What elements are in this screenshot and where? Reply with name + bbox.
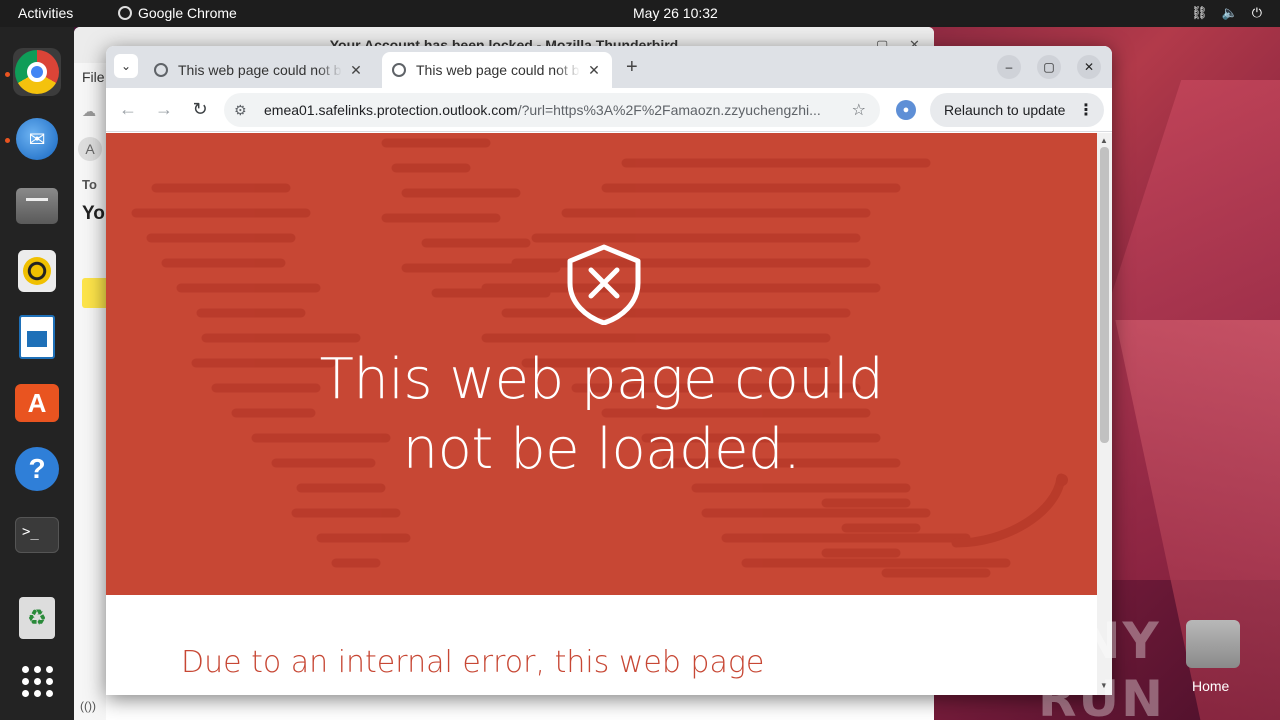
top-bar: Activities Google Chrome May 26 10:32 ⛓ … [0, 0, 1280, 27]
thunderbird-left-strip: File ☁ A To Yo [74, 63, 110, 720]
relaunch-button[interactable]: Relaunch to update ⋮ [930, 93, 1104, 127]
status-icon: (()) [80, 699, 96, 713]
show-apps-button[interactable] [13, 657, 61, 705]
tab-strip: ⌄ This web page could not be loaded. ✕ T… [106, 46, 1112, 88]
reload-button[interactable]: ↻ [189, 99, 211, 120]
tab-title: This web page could not be loaded. [416, 62, 580, 78]
headline-line-1: This web page could [319, 347, 884, 412]
dock-thunderbird[interactable]: ✉ [13, 115, 61, 163]
running-indicator [5, 72, 10, 77]
relaunch-label: Relaunch to update [944, 102, 1066, 118]
headline-line-2: not be loaded. [402, 417, 801, 482]
scrollbar-thumb[interactable] [1100, 147, 1109, 443]
power-icon: ⏻ [1251, 5, 1262, 20]
dock-terminal[interactable]: >_ [13, 511, 61, 559]
tab-close-icon[interactable]: ✕ [586, 62, 602, 79]
page-scrollbar[interactable]: ▲ ▼ [1097, 133, 1112, 695]
tab-title: This web page could not be loaded. [178, 62, 342, 78]
subject-fragment: Yo [82, 203, 105, 224]
dock: ✉ A ? >_ ♻ [0, 27, 74, 720]
cloud-icon: ☁ [82, 103, 96, 119]
dock-rhythmbox[interactable] [13, 247, 61, 295]
help-icon: ? [15, 447, 59, 491]
url-host: emea01.safelinks.protection.outlook.com [264, 102, 518, 118]
shield-error-icon [567, 244, 641, 325]
bookmark-star-icon[interactable]: ☆ [852, 100, 866, 120]
thunderbird-icon: ✉ [16, 118, 58, 160]
to-label: To [82, 177, 97, 192]
forward-button[interactable]: → [153, 99, 175, 120]
menu-file[interactable]: File [82, 69, 105, 85]
writer-icon [19, 315, 55, 359]
close-button[interactable]: ✕ [1077, 55, 1101, 79]
new-tab-button[interactable]: + [626, 56, 638, 79]
chrome-icon [15, 50, 59, 94]
chrome-window: ⌄ This web page could not be loaded. ✕ T… [106, 46, 1112, 695]
volume-icon: 🔈 [1221, 5, 1238, 20]
url-path: /?url=https%3A%2F%2Famaozn.zzyuchengzhi.… [517, 102, 821, 118]
app-center-icon: A [15, 384, 59, 422]
running-indicator [5, 138, 10, 143]
system-status[interactable]: ⛓ 🔈 ⏻ [1191, 5, 1262, 21]
dock-app-center[interactable]: A [13, 379, 61, 427]
dock-trash[interactable]: ♻ [13, 594, 61, 642]
menu-dots-icon[interactable]: ⋮ [1078, 100, 1094, 120]
site-info-icon[interactable]: ⚙ [234, 102, 252, 119]
files-icon [16, 188, 58, 224]
app-menu[interactable]: Google Chrome [118, 5, 237, 21]
globe-icon [154, 63, 168, 77]
tab-2[interactable]: This web page could not be loaded. ✕ [382, 52, 612, 88]
dock-files[interactable] [13, 182, 61, 230]
clock[interactable]: May 26 10:32 [633, 5, 718, 21]
terminal-icon: >_ [15, 517, 59, 553]
dock-help[interactable]: ? [13, 445, 61, 493]
chrome-icon [118, 6, 132, 20]
globe-icon [392, 63, 406, 77]
error-headline: This web page could not be loaded. [106, 345, 1097, 485]
browser-toolbar: ← → ↻ ⚙ emea01.safelinks.protection.outl… [106, 88, 1112, 132]
home-label[interactable]: Home [1192, 678, 1229, 694]
page-content: This web page could not be loaded. Due t… [106, 133, 1097, 695]
dock-writer[interactable] [13, 313, 61, 361]
activities-button[interactable]: Activities [18, 5, 73, 21]
minimize-button[interactable]: – [997, 55, 1021, 79]
error-subheading: Due to an internal error, this web page [181, 645, 765, 680]
trash-icon: ♻ [19, 597, 55, 639]
anyrun-watermark: ANY RUN [1038, 612, 1165, 720]
tab-close-icon[interactable]: ✕ [348, 62, 364, 79]
error-banner: This web page could not be loaded. [106, 133, 1097, 595]
app-grid-icon [21, 665, 53, 697]
app-name: Google Chrome [138, 5, 237, 21]
home-folder-icon[interactable] [1186, 620, 1240, 668]
rhythmbox-icon [18, 250, 56, 292]
scroll-up-icon[interactable]: ▲ [1100, 136, 1108, 145]
avatar: A [78, 137, 102, 161]
address-bar[interactable]: ⚙ emea01.safelinks.protection.outlook.co… [224, 93, 880, 127]
dock-chrome[interactable] [13, 48, 61, 96]
tab-search-button[interactable]: ⌄ [114, 54, 138, 78]
network-icon: ⛓ [1191, 5, 1208, 20]
back-button[interactable]: ← [117, 99, 139, 120]
tab-1[interactable]: This web page could not be loaded. ✕ [144, 52, 374, 88]
maximize-button[interactable]: ▢ [1037, 55, 1061, 79]
profile-icon[interactable]: ● [896, 100, 916, 120]
